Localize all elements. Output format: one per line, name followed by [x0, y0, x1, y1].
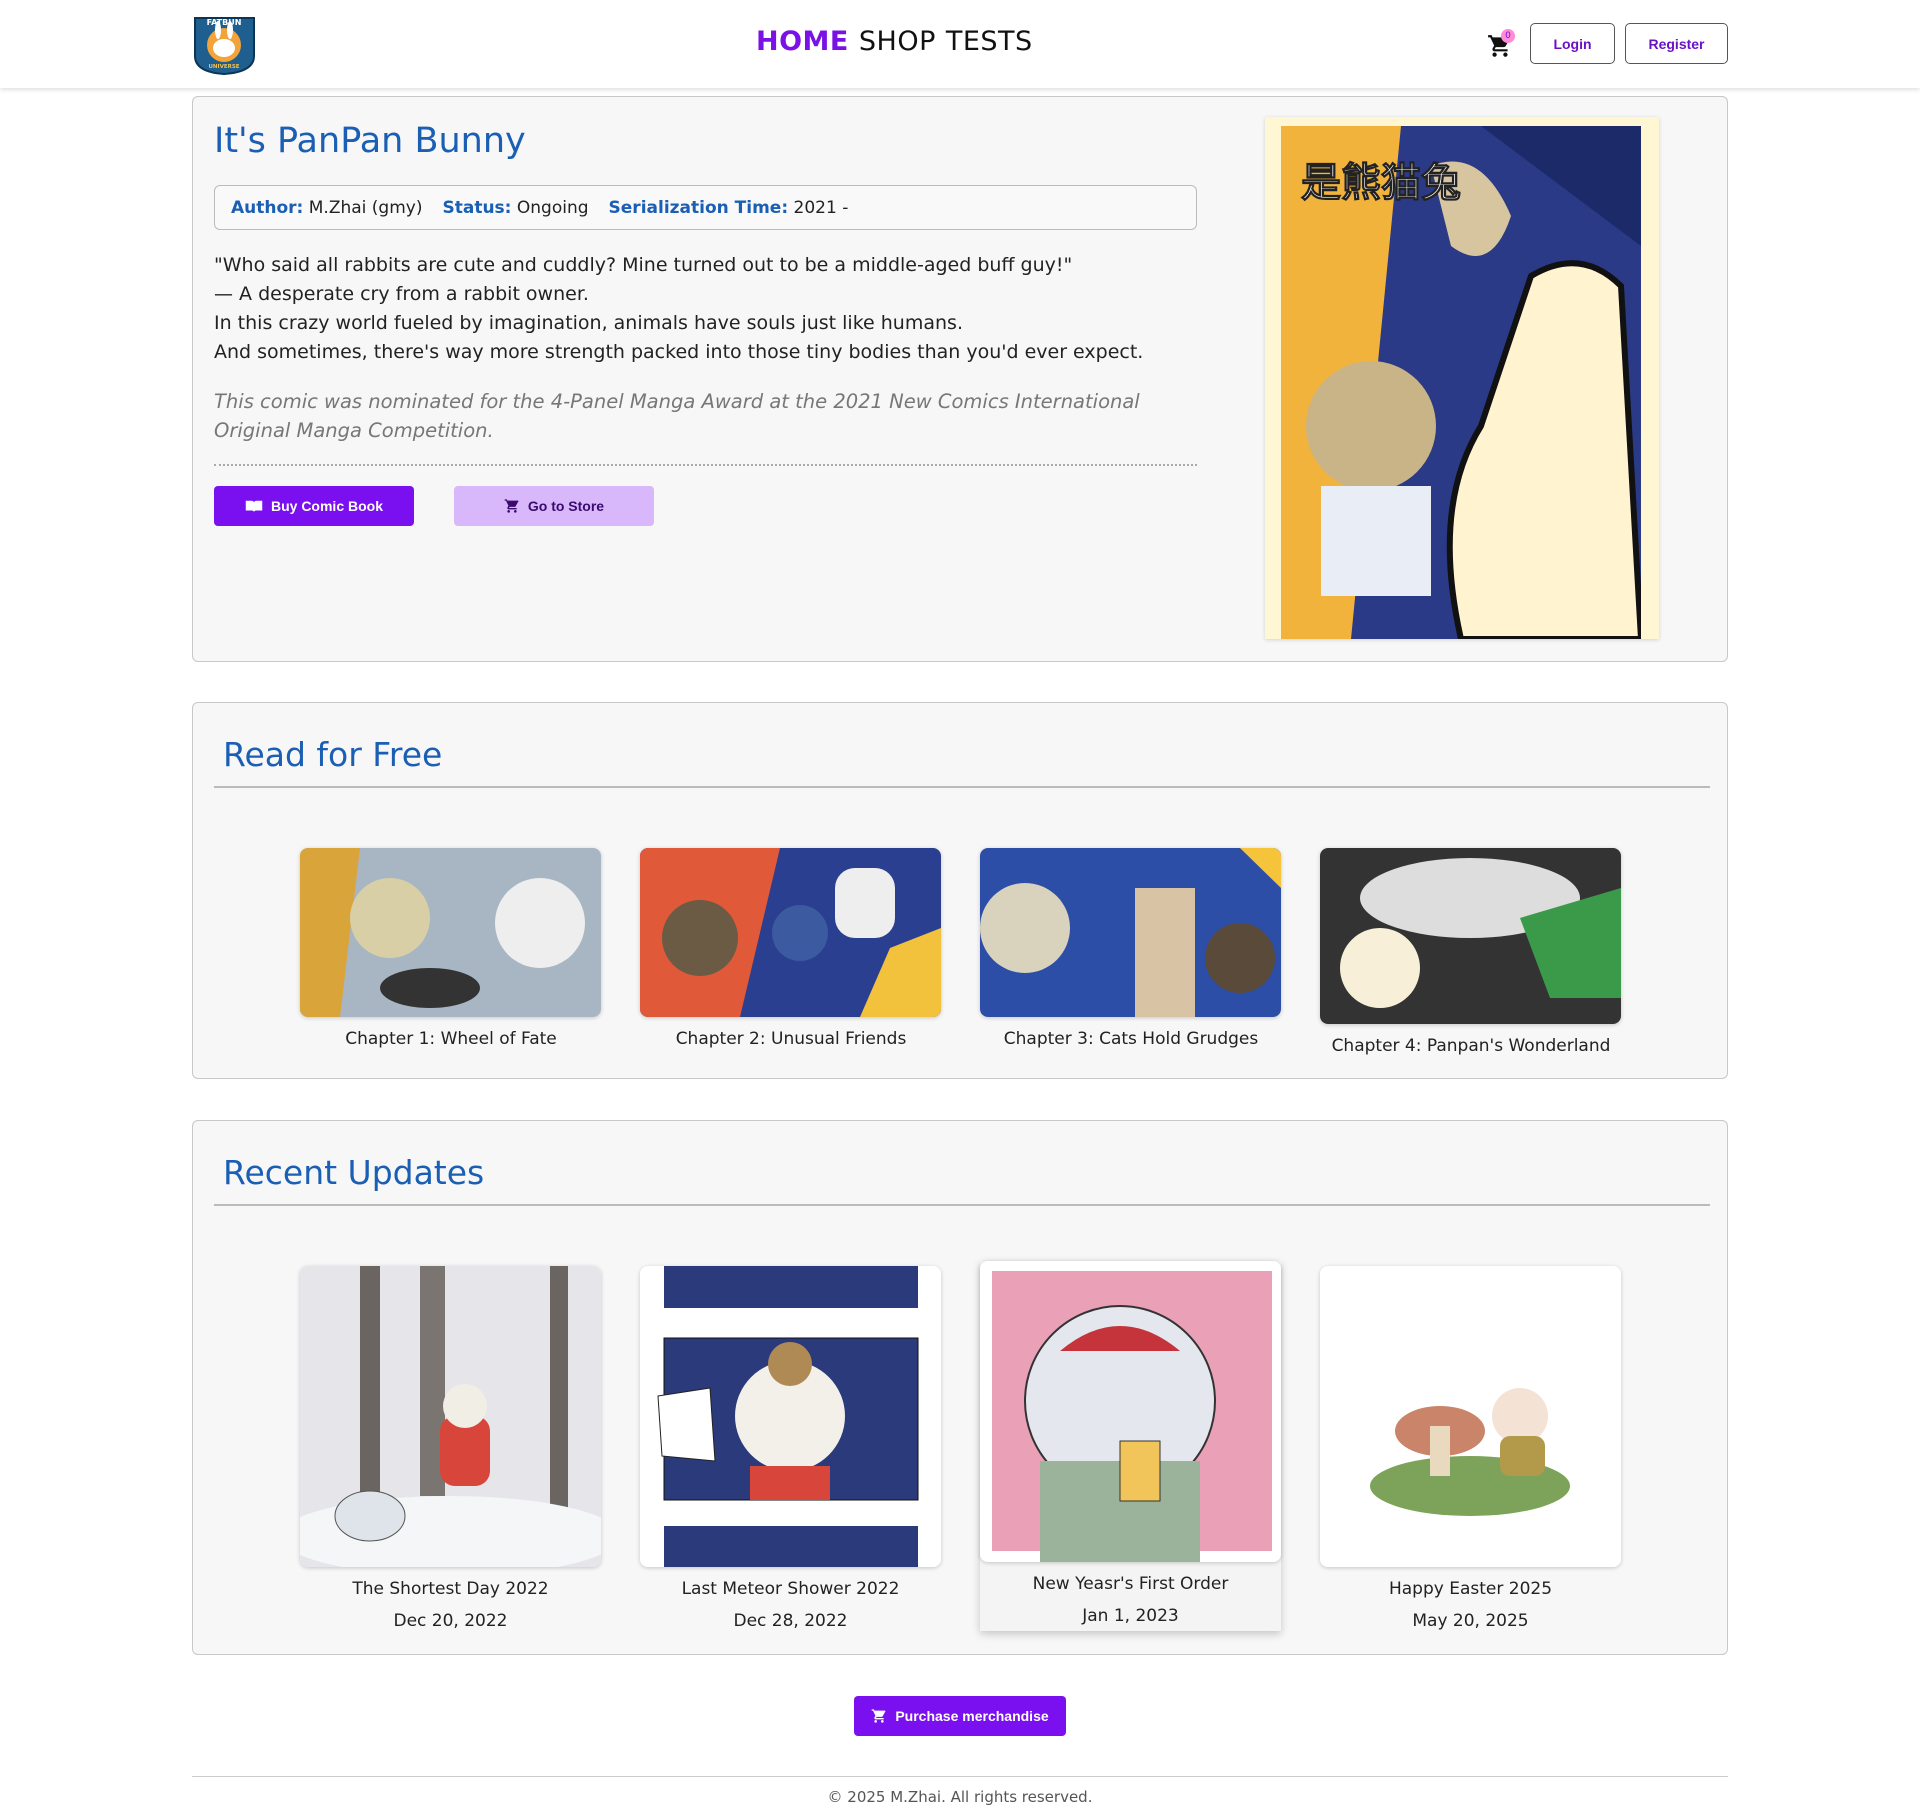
update-thumbnail	[300, 1266, 601, 1567]
chapter-4-caption[interactable]: Chapter 4: Panpan's Wonderland	[1301, 1036, 1641, 1056]
read-for-free-section: Read for Free Chapter 1: Wheel of Fate C…	[192, 702, 1728, 1079]
go-to-store-button[interactable]: Go to Store	[454, 486, 654, 526]
chapter-2-thumbnail[interactable]	[640, 848, 941, 1017]
go-to-store-label: Go to Store	[527, 498, 605, 514]
comic-cover-image: 是熊猫兔	[1265, 117, 1659, 642]
nav-shop[interactable]: SHOP	[859, 26, 936, 57]
author-value: M.Zhai (gmy)	[308, 197, 423, 218]
author-label: Author:	[231, 197, 304, 218]
fatbun-logo[interactable]: FATBUN UNIVERSE	[191, 12, 258, 75]
comic-description: "Who said all rabbits are cute and cuddl…	[214, 251, 1214, 367]
update-date: Dec 28, 2022	[733, 1611, 848, 1631]
update-date: May 20, 2025	[1412, 1611, 1529, 1631]
comic-info-card: It's PanPan Bunny Author: M.Zhai (gmy) S…	[192, 96, 1728, 662]
chapter-3-caption[interactable]: Chapter 3: Cats Hold Grudges	[961, 1029, 1301, 1049]
footer-divider	[192, 1776, 1728, 1777]
award-note: This comic was nominated for the 4-Panel…	[214, 390, 1140, 442]
cart-count-badge: 0	[1501, 29, 1515, 43]
update-title: Last Meteor Shower 2022	[681, 1579, 900, 1599]
section-divider	[214, 1204, 1710, 1206]
update-card[interactable]: Happy Easter 2025 May 20, 2025	[1320, 1266, 1621, 1631]
read-for-free-heading: Read for Free	[223, 735, 443, 774]
buy-comic-button[interactable]: Buy Comic Book	[214, 486, 414, 526]
dotted-divider	[214, 464, 1197, 466]
update-card[interactable]: New Yeasr's First Order Jan 1, 2023	[980, 1261, 1281, 1631]
recent-updates-section: Recent Updates The Shortest Day 2022 Dec…	[192, 1120, 1728, 1655]
purchase-merchandise-button[interactable]: Purchase merchandise	[854, 1696, 1066, 1736]
chapter-3-thumbnail[interactable]	[980, 848, 1281, 1017]
book-icon	[245, 500, 263, 512]
recent-updates-heading: Recent Updates	[223, 1153, 485, 1192]
serialization-label: Serialization Time:	[608, 197, 789, 218]
cart-icon	[504, 499, 519, 513]
chapter-2-caption[interactable]: Chapter 2: Unusual Friends	[621, 1029, 961, 1049]
update-card[interactable]: The Shortest Day 2022 Dec 20, 2022	[300, 1266, 601, 1631]
footer-copyright: © 2025 M.Zhai. All rights reserved.	[827, 1788, 1093, 1806]
register-button[interactable]: Register	[1625, 23, 1728, 64]
buy-comic-label: Buy Comic Book	[270, 498, 383, 514]
description-line: In this crazy world fueled by imaginatio…	[214, 312, 963, 334]
status-value: Ongoing	[516, 197, 589, 218]
cover-title-char: 是熊猫兔	[1301, 160, 1461, 206]
main-nav: HOME SHOP TESTS	[756, 26, 1033, 57]
update-thumbnail	[980, 1261, 1281, 1562]
chapter-1-thumbnail[interactable]	[300, 848, 601, 1017]
update-thumbnail	[640, 1266, 941, 1567]
login-button[interactable]: Login	[1530, 23, 1615, 64]
svg-text:FATBUN: FATBUN	[207, 18, 242, 27]
update-card[interactable]: Last Meteor Shower 2022 Dec 28, 2022	[640, 1266, 941, 1631]
comic-meta-bar: Author: M.Zhai (gmy) Status: Ongoing Ser…	[214, 185, 1197, 230]
comic-title: It's PanPan Bunny	[214, 121, 526, 161]
svg-text:UNIVERSE: UNIVERSE	[208, 64, 239, 70]
cover-illustration: 是熊猫兔	[1281, 126, 1645, 642]
chapter-4-thumbnail[interactable]	[1320, 848, 1621, 1024]
update-date: Dec 20, 2022	[393, 1611, 508, 1631]
description-line: And sometimes, there's way more strength…	[214, 341, 1144, 363]
chapter-1-caption[interactable]: Chapter 1: Wheel of Fate	[281, 1029, 621, 1049]
nav-tests[interactable]: TESTS	[946, 26, 1033, 57]
serialization-value: 2021 -	[793, 197, 849, 218]
top-navbar: FATBUN UNIVERSE HOME SHOP TESTS 0 Login …	[0, 0, 1920, 88]
description-line: — A desperate cry from a rabbit owner.	[214, 283, 589, 305]
section-divider	[214, 786, 1710, 788]
description-line: "Who said all rabbits are cute and cuddl…	[214, 254, 1073, 276]
purchase-merchandise-label: Purchase merchandise	[895, 1708, 1049, 1724]
cart-icon	[872, 1709, 886, 1723]
update-date: Jan 1, 2023	[1082, 1606, 1179, 1626]
update-title: The Shortest Day 2022	[352, 1579, 549, 1599]
status-label: Status:	[442, 197, 512, 218]
update-title: Happy Easter 2025	[1388, 1579, 1553, 1599]
update-thumbnail	[1320, 1266, 1621, 1567]
update-title: New Yeasr's First Order	[1032, 1574, 1229, 1594]
nav-home[interactable]: HOME	[756, 26, 849, 57]
